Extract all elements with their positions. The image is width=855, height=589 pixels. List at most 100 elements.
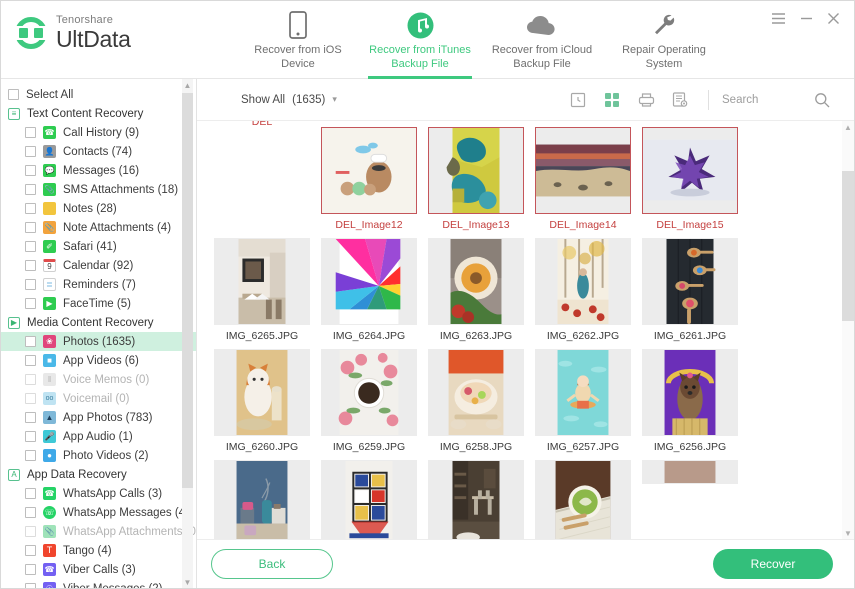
scroll-up-icon[interactable]: ▲ xyxy=(842,121,854,133)
photo-cell-img-6259[interactable]: IMG_6259.JPG xyxy=(316,343,422,454)
photo-cell-img-6256[interactable]: IMG_6256.JPG xyxy=(637,343,743,454)
search-icon[interactable] xyxy=(814,92,830,108)
sidebar-item-calendar[interactable]: 9 Calendar (92) xyxy=(1,256,196,275)
sidebar-item-whatsapp-messages[interactable]: ☏ WhatsApp Messages (4) xyxy=(1,503,196,522)
sidebar-item-app-audio[interactable]: 🎤 App Audio (1) xyxy=(1,427,196,446)
select-all-checkbox[interactable] xyxy=(8,89,19,100)
close-icon[interactable] xyxy=(827,12,840,25)
scroll-up-icon[interactable]: ▲ xyxy=(182,79,193,91)
photo-cell-img-6253[interactable]: IMG_6253.JPG xyxy=(423,454,529,539)
item-checkbox[interactable] xyxy=(25,450,36,461)
item-checkbox[interactable] xyxy=(25,545,36,556)
item-checkbox[interactable] xyxy=(25,184,36,195)
sidebar-item-facetime[interactable]: ▶ FaceTime (5) xyxy=(1,294,196,313)
photo-cell-img-6258[interactable]: IMG_6258.JPG xyxy=(423,343,529,454)
item-checkbox[interactable] xyxy=(25,203,36,214)
sidebar-section-text-content-recovery[interactable]: ≡ Text Content Recovery xyxy=(1,104,196,123)
photo-cell[interactable]: DEL xyxy=(209,121,315,139)
sidebar-section-media-content-recovery[interactable]: ▶ Media Content Recovery xyxy=(1,313,196,332)
item-checkbox[interactable] xyxy=(25,127,36,138)
item-checkbox[interactable] xyxy=(25,336,36,347)
time-view-icon[interactable] xyxy=(564,87,592,113)
item-checkbox[interactable] xyxy=(25,260,36,271)
sidebar-item-viber-messages[interactable]: ☉ Viber Messages (2) xyxy=(1,579,196,588)
sidebar-item-app-videos[interactable]: ■ App Videos (6) xyxy=(1,351,196,370)
sidebar-select-all[interactable]: Select All xyxy=(1,85,196,104)
item-checkbox[interactable] xyxy=(25,564,36,575)
search-box[interactable] xyxy=(722,92,840,108)
sms-attachment-icon: 📎 xyxy=(43,183,56,196)
item-checkbox[interactable] xyxy=(25,298,36,309)
item-checkbox[interactable] xyxy=(25,507,36,518)
sidebar-item-photos[interactable]: ❀ Photos (1635) xyxy=(1,332,196,351)
sidebar-item-tango[interactable]: T Tango (4) xyxy=(1,541,196,560)
scroll-down-icon[interactable]: ▼ xyxy=(842,527,854,539)
item-checkbox[interactable] xyxy=(25,241,36,252)
photo-cell-img-6265[interactable]: IMG_6265.JPG xyxy=(209,232,315,343)
sidebar-scrollbar[interactable]: ▲ ▼ xyxy=(182,79,193,588)
sidebar-item-voicemail[interactable]: oo Voicemail (0) xyxy=(1,389,196,408)
photo-cell[interactable] xyxy=(637,454,743,484)
photo-cell-del-image15[interactable]: DEL_Image15 xyxy=(637,121,743,232)
item-checkbox[interactable] xyxy=(25,526,36,537)
scroll-down-icon[interactable]: ▼ xyxy=(182,576,193,588)
sidebar-item-photo-videos[interactable]: ● Photo Videos (2) xyxy=(1,446,196,465)
sidebar-item-contacts[interactable]: 👤 Contacts (74) xyxy=(1,142,196,161)
item-checkbox[interactable] xyxy=(25,393,36,404)
sidebar-item-safari[interactable]: ✐ Safari (41) xyxy=(1,237,196,256)
photo-cell-img-6260[interactable]: IMG_6260.JPG xyxy=(209,343,315,454)
photo-cell-img-6262[interactable]: IMG_6262.JPG xyxy=(530,232,636,343)
photo-cell-img-6252[interactable]: IMG_6252.JPG xyxy=(530,454,636,539)
sidebar-item-notes[interactable]: Notes (28) xyxy=(1,199,196,218)
sidebar-item-messages[interactable]: 💬 Messages (16) xyxy=(1,161,196,180)
chevron-down-icon[interactable]: ▾ xyxy=(332,94,337,105)
minimize-icon[interactable] xyxy=(800,12,813,25)
photo-cell-del-image12[interactable]: DEL_Image12 xyxy=(316,121,422,232)
gallery-scrollbar[interactable]: ▲ ▼ xyxy=(842,121,854,539)
item-checkbox[interactable] xyxy=(25,412,36,423)
item-checkbox[interactable] xyxy=(25,488,36,499)
tab-recover-from-itunes-backup[interactable]: Recover from iTunes Backup File xyxy=(359,1,481,79)
item-checkbox[interactable] xyxy=(25,355,36,366)
photo-caption: IMG_6256.JPG xyxy=(654,441,726,454)
sidebar-item-reminders[interactable]: ≣ Reminders (7) xyxy=(1,275,196,294)
recover-button[interactable]: Recover xyxy=(713,549,833,579)
sidebar-item-whatsapp-calls[interactable]: ☎ WhatsApp Calls (3) xyxy=(1,484,196,503)
sidebar-item-viber-calls[interactable]: ☎ Viber Calls (3) xyxy=(1,560,196,579)
export-settings-icon[interactable] xyxy=(666,87,694,113)
item-checkbox[interactable] xyxy=(25,165,36,176)
tab-recover-from-icloud-backup[interactable]: Recover from iCloud Backup File xyxy=(481,1,603,79)
sidebar-item-whatsapp-attachments[interactable]: 📎 WhatsApp Attachments (0) xyxy=(1,522,196,541)
grid-view-icon[interactable] xyxy=(598,87,626,113)
photo-cell-img-6254[interactable]: IMG_6254.JPG xyxy=(316,454,422,539)
sidebar-item-voice-memos[interactable]: ‖ Voice Memos (0) xyxy=(1,370,196,389)
item-checkbox[interactable] xyxy=(25,279,36,290)
tab-repair-operating-system[interactable]: Repair Operating System xyxy=(603,1,725,79)
sidebar-scrollbar-thumb[interactable] xyxy=(182,93,193,488)
sidebar-item-sms-attachments[interactable]: 📎 SMS Attachments (18) xyxy=(1,180,196,199)
back-button[interactable]: Back xyxy=(211,549,333,579)
sidebar-item-app-photos[interactable]: ▲ App Photos (783) xyxy=(1,408,196,427)
item-checkbox[interactable] xyxy=(25,146,36,157)
search-input[interactable] xyxy=(722,94,814,106)
photo-cell-img-6257[interactable]: IMG_6257.JPG xyxy=(530,343,636,454)
photo-cell-img-6263[interactable]: IMG_6263.JPG xyxy=(423,232,529,343)
menu-icon[interactable] xyxy=(771,12,786,25)
item-checkbox[interactable] xyxy=(25,431,36,442)
sidebar-item-note-attachments[interactable]: 📎 Note Attachments (4) xyxy=(1,218,196,237)
item-checkbox[interactable] xyxy=(25,222,36,233)
photo-cell-del-image14[interactable]: DEL_Image14 xyxy=(530,121,636,232)
show-all-dropdown[interactable]: Show All (1635) ▾ xyxy=(241,94,337,106)
photo-caption: IMG_6260.JPG xyxy=(226,441,298,454)
sidebar-item-call-history[interactable]: ☎ Call History (9) xyxy=(1,123,196,142)
item-checkbox[interactable] xyxy=(25,374,36,385)
sidebar-section-app-data-recovery[interactable]: A App Data Recovery xyxy=(1,465,196,484)
print-icon[interactable] xyxy=(632,87,660,113)
item-checkbox[interactable] xyxy=(25,583,36,588)
photo-cell-del-image13[interactable]: DEL_Image13 xyxy=(423,121,529,232)
photo-cell-img-6255[interactable]: IMG_6255.JPG xyxy=(209,454,315,539)
tab-recover-from-ios-device[interactable]: Recover from iOS Device xyxy=(237,1,359,79)
gallery-scrollbar-thumb[interactable] xyxy=(842,171,854,321)
photo-cell-img-6261[interactable]: IMG_6261.JPG xyxy=(637,232,743,343)
photo-cell-img-6264[interactable]: IMG_6264.JPG xyxy=(316,232,422,343)
